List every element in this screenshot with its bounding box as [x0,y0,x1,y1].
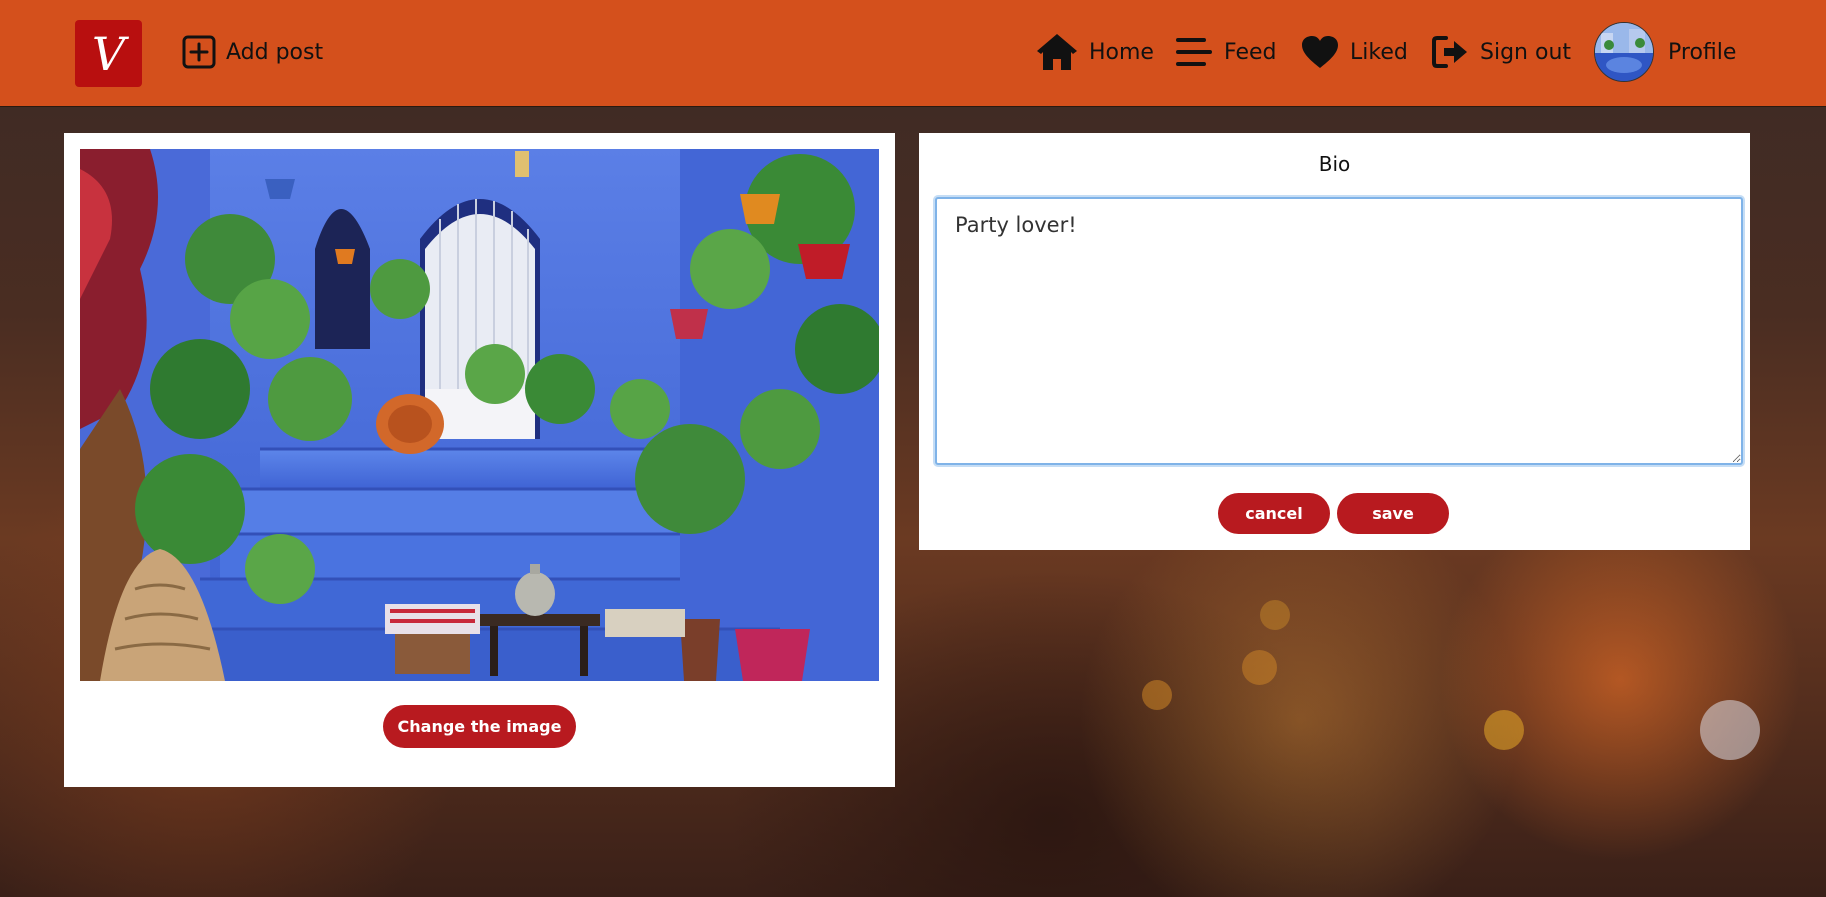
background-bokeh [1142,680,1172,710]
save-button[interactable]: save [1337,493,1449,534]
change-image-button[interactable]: Change the image [383,705,576,748]
nav-home-label: Home [1089,39,1154,65]
house-icon [1035,32,1079,72]
background-bokeh [1700,700,1760,760]
bio-card: Bio Party lover! cancel save [919,133,1750,550]
site-logo[interactable]: V [75,20,142,87]
cancel-button[interactable]: cancel [1218,493,1330,534]
avatar [1594,22,1654,82]
post-image-card: Change the image [64,133,895,787]
nav-home[interactable]: Home [1035,24,1154,80]
add-post-link[interactable]: Add post [182,24,323,80]
nav-liked[interactable]: Liked [1300,24,1408,80]
top-navbar: V Add post Home Feed Liked Sign out Prof… [0,0,1826,107]
background-bokeh [1484,710,1524,750]
nav-sign-out[interactable]: Sign out [1430,24,1571,80]
post-image [80,149,879,681]
bio-textarea[interactable]: Party lover! [935,197,1743,465]
nav-feed-label: Feed [1224,39,1277,65]
bio-title: Bio [1318,152,1351,176]
background-bokeh [1242,650,1277,685]
nav-liked-label: Liked [1350,39,1408,65]
hamburger-lines-icon [1174,35,1214,69]
logo-letter: V [91,26,126,81]
nav-feed[interactable]: Feed [1174,24,1277,80]
add-post-label: Add post [226,39,324,65]
nav-profile-label: Profile [1668,39,1737,65]
nav-sign-out-label: Sign out [1480,39,1572,65]
nav-profile[interactable]: Profile [1594,22,1737,82]
plus-square-icon [182,35,216,69]
heart-icon [1300,34,1340,70]
background-bokeh [1260,600,1290,630]
sign-out-arrow-icon [1430,34,1470,70]
